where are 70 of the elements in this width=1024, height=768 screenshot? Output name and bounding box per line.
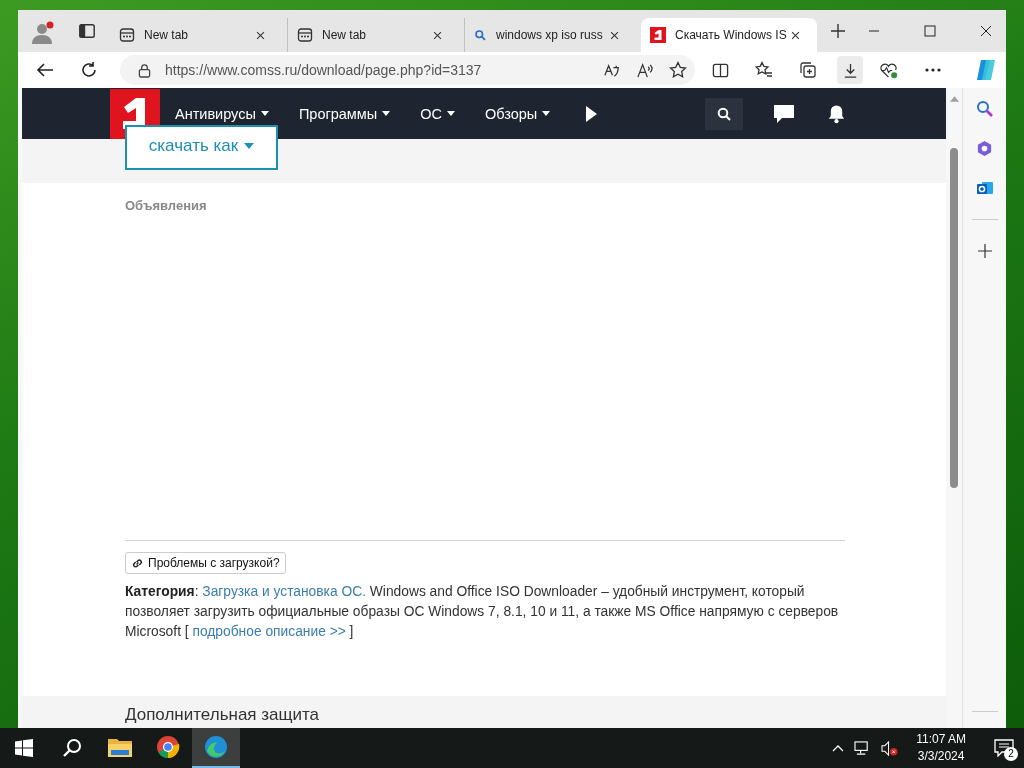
nav-menu-item[interactable]: ОС — [420, 105, 455, 122]
nav-menu-item[interactable]: Обзоры — [484, 105, 551, 122]
tab-title: windows xp iso russ — [496, 28, 604, 42]
close-icon[interactable] — [609, 29, 620, 41]
profile-icon[interactable] — [30, 20, 54, 45]
chevron-up-icon[interactable] — [832, 744, 845, 752]
caret-icon — [542, 111, 551, 116]
bell-icon[interactable] — [827, 103, 846, 124]
caret-icon — [446, 111, 455, 116]
description-text: Категория: Загрузка и установка ОС. Windows and Office ISO Downloader – удобный инструмент, который позволяет загрузить официальные образы ОС Windows 7, 8.1, 10 и 11, а также MS Office напрямую с серверов Microsoft [ подробное описание >> ] — [125, 583, 840, 641]
tab-actions-icon[interactable] — [78, 22, 96, 40]
caret-icon — [382, 111, 391, 116]
browser-tab[interactable]: Скачать Windows IS — [641, 18, 817, 52]
nav-menu-item[interactable]: Антивирусы — [175, 105, 269, 122]
split-screen-icon[interactable] — [712, 61, 729, 79]
read-aloud-icon[interactable] — [636, 61, 653, 79]
browser-tab[interactable]: New tab — [110, 18, 282, 52]
close-icon[interactable] — [255, 29, 266, 41]
description-link[interactable]: подробное описание >> — [192, 624, 346, 639]
caret-icon — [244, 142, 255, 149]
translate-icon[interactable] — [603, 61, 620, 79]
volume-muted-icon[interactable] — [881, 740, 899, 756]
page-icon — [119, 27, 135, 43]
nav-menu-item[interactable]: Программы — [298, 105, 391, 122]
more-icon[interactable] — [924, 67, 942, 73]
ads-label: Объявления — [125, 198, 208, 213]
close-icon[interactable] — [432, 29, 443, 41]
clock-time: 11:07 AM — [916, 731, 966, 748]
new-tab-icon[interactable] — [830, 23, 846, 39]
category-link[interactable]: Загрузка и установка ОС. — [202, 584, 366, 599]
clock[interactable]: 11:07 AM 3/3/2024 — [916, 731, 966, 765]
notification-count: 2 — [1004, 747, 1018, 761]
problems-button[interactable]: Проблемы с загрузкой? — [125, 552, 286, 574]
clock-date: 3/3/2024 — [917, 748, 965, 765]
url-text: https://www.comss.ru/download/page.php?id=3137 — [165, 62, 482, 78]
tab-title: Скачать Windows IS — [675, 28, 788, 42]
collections-icon[interactable] — [799, 61, 817, 79]
back-icon[interactable] — [36, 61, 54, 79]
address-bar[interactable]: https://www.comss.ru/download/page.php?id=3137 — [120, 55, 695, 85]
add-icon[interactable] — [977, 244, 992, 258]
more-arrow-icon[interactable] — [585, 105, 598, 122]
outlook-icon[interactable] — [975, 179, 994, 197]
favorites-icon[interactable] — [755, 61, 773, 79]
page-icon — [297, 27, 313, 43]
tab-title: New tab — [144, 28, 190, 42]
close-icon[interactable] — [980, 25, 992, 37]
notification-button[interactable]: 2 — [984, 728, 1024, 768]
hexagon-icon[interactable] — [976, 140, 993, 157]
search-icon — [62, 738, 82, 758]
caret-icon — [260, 111, 269, 116]
search-button[interactable] — [705, 97, 743, 130]
heartbeat-icon[interactable] — [879, 61, 898, 79]
maximize-icon[interactable] — [924, 25, 936, 37]
favorite-star-icon[interactable] — [669, 61, 687, 79]
link-icon — [131, 556, 144, 570]
edge-app-icon[interactable] — [192, 728, 240, 768]
site-icon — [650, 27, 666, 43]
close-icon[interactable] — [790, 29, 801, 41]
tab-title: New tab — [322, 28, 368, 42]
search-icon[interactable] — [975, 100, 994, 118]
copilot-icon[interactable] — [974, 58, 998, 82]
windows-logo-icon — [15, 739, 33, 757]
search-icon — [474, 28, 487, 42]
message-icon — [994, 739, 1014, 757]
section-title: Дополнительная защита — [125, 705, 321, 725]
search-icon — [717, 106, 731, 121]
chat-icon[interactable] — [773, 103, 795, 124]
download-as-button[interactable]: скачать как — [125, 125, 278, 170]
refresh-icon[interactable] — [80, 61, 98, 79]
lock-icon — [138, 62, 151, 78]
